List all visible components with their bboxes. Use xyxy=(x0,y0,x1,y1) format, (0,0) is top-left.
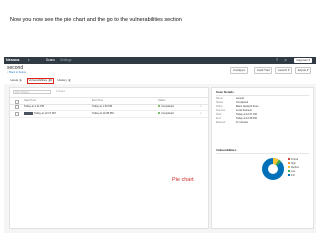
history-panel: Filter History 2 Scans Start Time End Ti… xyxy=(9,87,209,229)
vulnerabilities-title: Vulnerabilities xyxy=(216,148,237,152)
bell-icon[interactable]: ♬ xyxy=(284,57,288,64)
pie-legend: Critical High Medium Low Info xyxy=(288,158,299,178)
tab-history-label: History xyxy=(57,78,67,82)
highlight-box xyxy=(26,77,54,84)
top-bar: Nessus ▾ Scans Settings ? ♬ rvagman ▾ xyxy=(4,57,316,64)
tab-history-count: 2 xyxy=(67,79,71,82)
nav-scans[interactable]: Scans xyxy=(46,57,55,64)
legend-swatch xyxy=(288,158,290,161)
row-status: Completed xyxy=(158,110,174,117)
row-checkbox[interactable] xyxy=(15,105,20,110)
product-dropdown[interactable]: ▾ xyxy=(28,58,30,63)
launch-button[interactable]: Launch ▾ xyxy=(275,67,293,74)
legend-swatch xyxy=(288,162,290,165)
row-checkbox[interactable] xyxy=(15,112,20,117)
row-status-text: Completed xyxy=(161,105,174,108)
row-start: Today at 12:27 PM xyxy=(24,110,56,117)
vulnerability-pie-chart[interactable] xyxy=(261,157,285,181)
row-start-text: Today at 12:27 PM xyxy=(34,112,56,115)
legend-swatch xyxy=(288,166,290,169)
scan-details-panel: Scan Details Name: second Status: Complete… xyxy=(211,87,314,229)
current-tag xyxy=(24,112,33,115)
status-check-icon xyxy=(158,112,161,115)
page-header: second < Back to Scans Configure Audit T… xyxy=(4,64,316,78)
filter-count: 2 Scans xyxy=(56,90,66,93)
legend-swatch xyxy=(288,170,290,173)
row-start: Today at 1:11 PM xyxy=(24,105,44,108)
audit-trail-button[interactable]: Audit Trail xyxy=(254,67,273,74)
filter-input[interactable]: Filter History xyxy=(13,90,51,94)
export-button[interactable]: Export ▾ xyxy=(295,67,312,74)
tab-hosts-count: 1 xyxy=(19,79,23,82)
nav-settings[interactable]: Settings xyxy=(60,57,72,64)
help-icon[interactable]: ? xyxy=(276,57,278,64)
row-status: Completed xyxy=(158,103,174,110)
tab-hosts-label: Hosts xyxy=(10,78,19,82)
status-check-icon xyxy=(158,105,161,108)
row-status-text: Completed xyxy=(161,112,174,115)
nessus-logo: Nessus xyxy=(6,58,20,62)
nessus-window: Nessus ▾ Scans Settings ? ♬ rvagman ▾ se… xyxy=(4,57,316,233)
back-to-scans-link[interactable]: < Back to Scans xyxy=(7,71,26,74)
tab-history[interactable]: History 2 xyxy=(56,78,72,83)
row-end: Today at 12:38 PM xyxy=(92,112,114,115)
user-menu[interactable]: rvagman ▾ xyxy=(294,58,313,63)
legend-info: Info xyxy=(288,174,299,178)
configure-button[interactable]: Configure xyxy=(230,67,249,74)
table-row[interactable]: Today at 12:27 PM Today at 12:38 PM Comp… xyxy=(10,110,208,118)
instruction-heading: Now you now see the pie chart and the go… xyxy=(10,17,182,23)
tab-hosts[interactable]: Hosts 1 xyxy=(9,78,24,83)
delete-icon[interactable]: × xyxy=(200,103,202,110)
scan-details-title: Scan Details xyxy=(216,90,234,94)
row-end: Today at 1:30 PM xyxy=(92,105,113,108)
detail-elapsed: Elapsed: 11 minutes xyxy=(216,121,249,124)
delete-icon[interactable]: × xyxy=(200,110,202,117)
legend-swatch xyxy=(288,174,290,177)
pie-chart-annotation: Pie chart xyxy=(172,177,194,183)
